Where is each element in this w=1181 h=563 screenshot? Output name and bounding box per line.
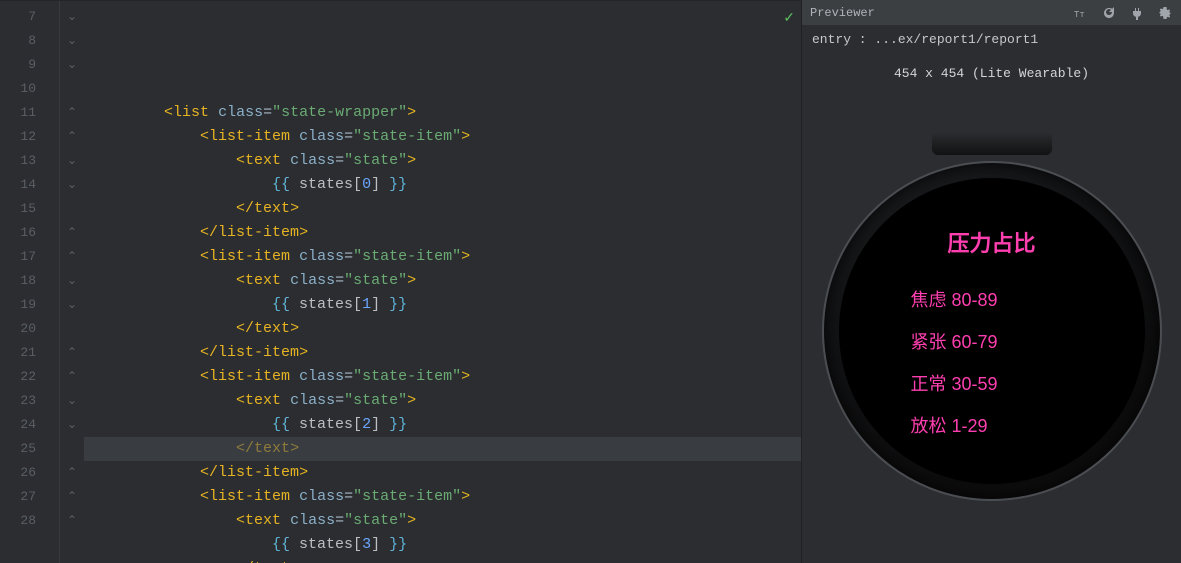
wearable-frame: 压力占比 焦虑 80-89 紧张 60-79 正常 30-59 放松 1-29 — [817, 91, 1167, 531]
gear-icon[interactable] — [1157, 5, 1173, 21]
editor-body: 7891011121314151617181920212223242526272… — [0, 1, 801, 563]
list-item[interactable]: 紧张 60-79 — [839, 328, 998, 354]
list-item[interactable]: 焦虑 80-89 — [839, 286, 998, 312]
text-aa-icon[interactable]: Tт — [1073, 5, 1089, 21]
list-item[interactable]: 放松 1-29 — [839, 412, 988, 438]
previewer-title: Previewer — [810, 6, 875, 20]
watch-title: 压力占比 — [947, 226, 1035, 258]
watch-screen[interactable]: 压力占比 焦虑 80-89 紧张 60-79 正常 30-59 放松 1-29 — [839, 178, 1145, 484]
watch-body: 压力占比 焦虑 80-89 紧张 60-79 正常 30-59 放松 1-29 — [822, 161, 1162, 501]
fold-gutter: ⌄⌄⌄⌃⌃⌄⌄⌃⌃⌄⌄⌃⌃⌄⌄⌃⌃⌃ — [60, 1, 84, 563]
previewer-pane: Previewer Tт entry : ...ex/report1/repor… — [801, 0, 1181, 563]
preview-canvas: 454 x 454 (Lite Wearable) 压力占比 焦虑 80-89 … — [802, 54, 1181, 563]
editor-pane: H aining.hml × CSS training.css × CSS re… — [0, 0, 801, 563]
line-gutter: 7891011121314151617181920212223242526272… — [0, 1, 60, 563]
plug-icon[interactable] — [1129, 5, 1145, 21]
analysis-ok-icon: ✓ — [783, 7, 795, 31]
previewer-entry: entry : ...ex/report1/report1 — [802, 26, 1181, 54]
svg-text:Tт: Tт — [1074, 10, 1085, 20]
previewer-header: Previewer Tт — [802, 0, 1181, 26]
watch-lug-top — [932, 131, 1052, 155]
list-item[interactable]: 正常 30-59 — [839, 370, 998, 396]
code-area[interactable]: ✓ <list class="state-wrapper"> <list-ite… — [84, 1, 801, 563]
device-dimensions: 454 x 454 (Lite Wearable) — [894, 66, 1089, 81]
entry-path: entry : ...ex/report1/report1 — [812, 32, 1038, 47]
refresh-icon[interactable] — [1101, 5, 1117, 21]
